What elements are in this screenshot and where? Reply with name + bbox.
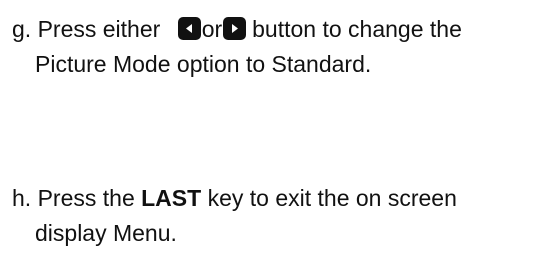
step-g: g. Press either or button to change the … xyxy=(12,12,462,82)
step-g-line-1: g. Press either or button to change the xyxy=(12,12,462,47)
step-h-prefix: Press the xyxy=(37,185,135,211)
step-h-line-1: h. Press the LAST key to exit the on scr… xyxy=(12,181,457,216)
step-g-line-2: Picture Mode option to Standard. xyxy=(35,51,372,77)
step-g-suffix: button to change the xyxy=(252,16,462,42)
left-arrow-button-icon xyxy=(177,17,201,40)
right-arrow-button-icon xyxy=(223,17,247,40)
step-h-key-name: LAST xyxy=(141,185,202,211)
step-h-suffix: key to exit the on screen xyxy=(207,185,457,211)
step-g-marker: g. xyxy=(12,16,32,42)
step-h-marker: h. xyxy=(12,185,32,211)
step-h: h. Press the LAST key to exit the on scr… xyxy=(12,181,457,251)
step-g-or-word: or xyxy=(201,16,223,42)
step-h-line-2: display Menu. xyxy=(35,220,177,246)
step-g-prefix: Press either xyxy=(37,16,161,42)
